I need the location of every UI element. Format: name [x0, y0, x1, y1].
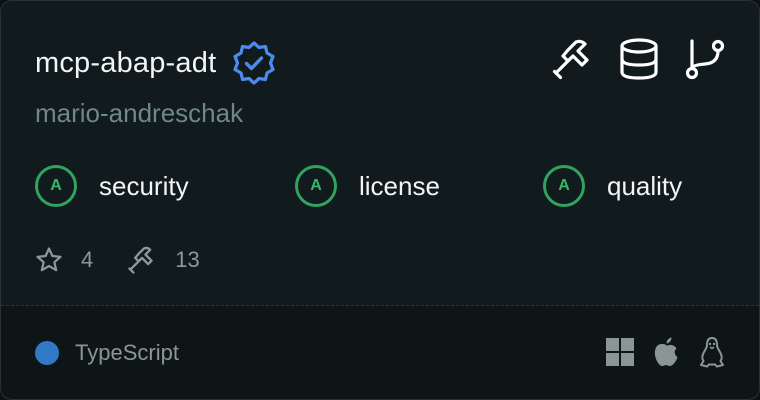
title-row: mcp-abap-adt: [35, 39, 278, 87]
card-header: mcp-abap-adt mario-andreschak A security…: [1, 1, 759, 305]
score-list: A security A license A quality: [35, 165, 735, 211]
stars-stat: 4: [35, 246, 93, 274]
license-score-label: license: [359, 170, 440, 201]
author-name[interactable]: mario-andreschak: [35, 98, 243, 129]
git-branch-icon: [683, 37, 727, 81]
security-grade-badge: A: [35, 165, 77, 207]
tools-stat: 13: [127, 245, 200, 275]
quality-grade-badge: A: [543, 165, 585, 207]
windows-icon: [605, 336, 635, 368]
server-name[interactable]: mcp-abap-adt: [35, 47, 216, 80]
card-footer: TypeScript: [1, 306, 759, 399]
tools-count: 13: [175, 247, 200, 272]
stars-count: 4: [81, 247, 94, 272]
security-score[interactable]: A security: [35, 165, 189, 207]
stats-row: 4 13: [35, 245, 234, 275]
tools-icon: [551, 37, 595, 81]
verified-badge-icon: [230, 39, 278, 87]
license-score[interactable]: A license: [295, 165, 440, 207]
quality-score[interactable]: A quality: [543, 165, 682, 207]
quality-score-label: quality: [607, 170, 683, 201]
platform-icons: [605, 336, 727, 368]
linux-icon: [697, 336, 727, 368]
apple-icon: [651, 336, 681, 368]
star-icon: [36, 247, 62, 272]
database-icon: [617, 37, 661, 81]
feature-icons: [551, 37, 727, 81]
language-color-dot: [35, 341, 59, 365]
security-score-label: security: [99, 170, 189, 201]
license-grade-badge: A: [295, 165, 337, 207]
tools-count-icon: [128, 246, 153, 274]
language-name: TypeScript: [75, 340, 179, 365]
server-card[interactable]: mcp-abap-adt mario-andreschak A security…: [0, 0, 760, 400]
language-info: TypeScript: [35, 340, 179, 366]
